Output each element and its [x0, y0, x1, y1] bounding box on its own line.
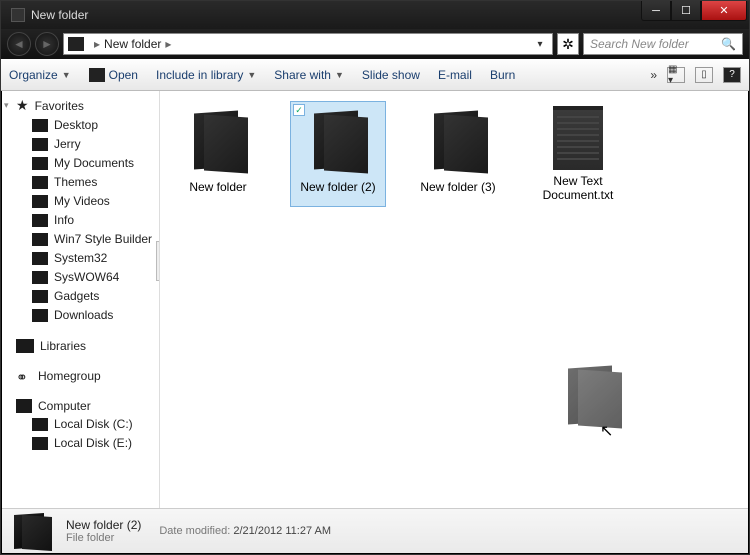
open-button[interactable]: Open [89, 68, 138, 82]
cursor-icon: ↖ [600, 421, 613, 441]
file-item[interactable]: New folder [170, 101, 266, 207]
view-button[interactable]: ▦ ▾ [667, 67, 685, 83]
folder-icon [32, 309, 48, 322]
folder-icon [32, 214, 48, 227]
details-pane: New folder (2) File folder Date modified… [2, 508, 748, 553]
folder-icon [426, 106, 490, 176]
file-label: New folder [189, 180, 246, 194]
file-label: New Text Document.txt [535, 174, 621, 202]
drive-icon [32, 437, 48, 450]
homegroup-icon [16, 369, 32, 383]
search-icon: 🔍 [721, 37, 736, 51]
breadcrumb-sep: ▸ [165, 37, 171, 51]
breadcrumb-location[interactable]: New folder [104, 37, 161, 51]
file-label: New folder (2) [300, 180, 375, 194]
folder-icon [32, 138, 48, 151]
share-with-button[interactable]: Share with▼ [274, 68, 344, 82]
close-button[interactable]: ✕ [701, 1, 747, 21]
folder-icon [32, 252, 48, 265]
sidebar-item-gadgets[interactable]: Gadgets [2, 287, 159, 306]
file-list[interactable]: New folder ✓ New folder (2) New folder (… [160, 91, 748, 508]
libraries-header[interactable]: Libraries [2, 337, 159, 355]
homegroup-header[interactable]: Homegroup [2, 367, 159, 385]
modified-label: Date modified: [159, 525, 230, 537]
folder-icon [32, 271, 48, 284]
sidebar-item-documents[interactable]: My Documents [2, 154, 159, 173]
back-button[interactable]: ◄ [7, 32, 31, 56]
window-controls: ─ ☐ ✕ [641, 1, 747, 21]
details-type: File folder [66, 532, 141, 544]
maximize-button[interactable]: ☐ [671, 1, 701, 21]
minimize-button[interactable]: ─ [641, 1, 671, 21]
drive-icon [32, 418, 48, 431]
sidebar-item-jerry[interactable]: Jerry [2, 135, 159, 154]
computer-icon [16, 399, 32, 413]
folder-icon [560, 361, 624, 431]
drag-ghost [560, 361, 624, 431]
sidebar-item-drive-c[interactable]: Local Disk (C:) [2, 415, 159, 434]
title-bar[interactable]: New folder ─ ☐ ✕ [1, 1, 749, 29]
help-button[interactable]: ? [723, 67, 741, 83]
file-item[interactable]: New Text Document.txt [530, 101, 626, 207]
sidebar-item-themes[interactable]: Themes [2, 173, 159, 192]
sidebar-item-info[interactable]: Info [2, 211, 159, 230]
search-input[interactable]: Search New folder 🔍 [583, 33, 743, 55]
include-library-button[interactable]: Include in library▼ [156, 68, 256, 82]
folder-icon [32, 233, 48, 246]
folder-icon [306, 106, 370, 176]
explorer-window: New folder ─ ☐ ✕ ◄ ► ▸ New folder ▸ ▾ ✲ … [0, 0, 750, 555]
file-item[interactable]: ✓ New folder (2) [290, 101, 386, 207]
file-item[interactable]: New folder (3) [410, 101, 506, 207]
folder-icon [32, 157, 48, 170]
sidebar-item-system32[interactable]: System32 [2, 249, 159, 268]
nav-bar: ◄ ► ▸ New folder ▸ ▾ ✲ Search New folder… [1, 29, 749, 59]
preview-pane-button[interactable]: ▯ [695, 67, 713, 83]
star-icon: ★ [16, 97, 29, 114]
folder-icon [32, 290, 48, 303]
folder-icon [10, 512, 56, 550]
file-label: New folder (3) [420, 180, 495, 194]
folder-icon [186, 106, 250, 176]
text-file-icon [553, 106, 603, 170]
organize-button[interactable]: Organize▼ [9, 68, 71, 82]
folder-icon [32, 119, 48, 132]
libraries-icon [16, 339, 34, 353]
chevron-down-icon: ▾ [4, 100, 9, 111]
sidebar-item-stylebuilder[interactable]: Win7 Style Builder [2, 230, 159, 249]
modified-value: 2/21/2012 11:27 AM [233, 525, 331, 537]
burn-button[interactable]: Burn [490, 68, 515, 82]
window-title: New folder [31, 8, 88, 22]
sidebar-item-syswow64[interactable]: SysWOW64 [2, 268, 159, 287]
address-dropdown[interactable]: ▾ [532, 39, 548, 50]
refresh-button[interactable]: ✲ [557, 33, 579, 55]
navigation-pane[interactable]: ▾ ★ Favorites Desktop Jerry My Documents… [2, 91, 160, 508]
window-icon [11, 8, 25, 22]
folder-icon [32, 195, 48, 208]
slideshow-button[interactable]: Slide show [362, 68, 420, 82]
search-placeholder: Search New folder [590, 37, 689, 51]
forward-button[interactable]: ► [35, 32, 59, 56]
folder-icon [89, 68, 105, 82]
folder-icon [68, 37, 84, 51]
favorites-header[interactable]: ▾ ★ Favorites [2, 95, 159, 116]
breadcrumb-sep: ▸ [94, 37, 100, 51]
sidebar-item-desktop[interactable]: Desktop [2, 116, 159, 135]
email-button[interactable]: E-mail [438, 68, 472, 82]
content-area: ▾ ★ Favorites Desktop Jerry My Documents… [2, 91, 748, 508]
overflow-button[interactable]: » [650, 68, 657, 82]
sidebar-item-videos[interactable]: My Videos [2, 192, 159, 211]
sidebar-item-downloads[interactable]: Downloads [2, 306, 159, 325]
checkbox-icon[interactable]: ✓ [293, 104, 305, 116]
computer-header[interactable]: Computer [2, 397, 159, 415]
address-bar[interactable]: ▸ New folder ▸ ▾ [63, 33, 553, 55]
details-name: New folder (2) [66, 518, 141, 532]
command-bar: Organize▼ Open Include in library▼ Share… [1, 59, 749, 91]
sidebar-item-drive-e[interactable]: Local Disk (E:) [2, 434, 159, 453]
folder-icon [32, 176, 48, 189]
